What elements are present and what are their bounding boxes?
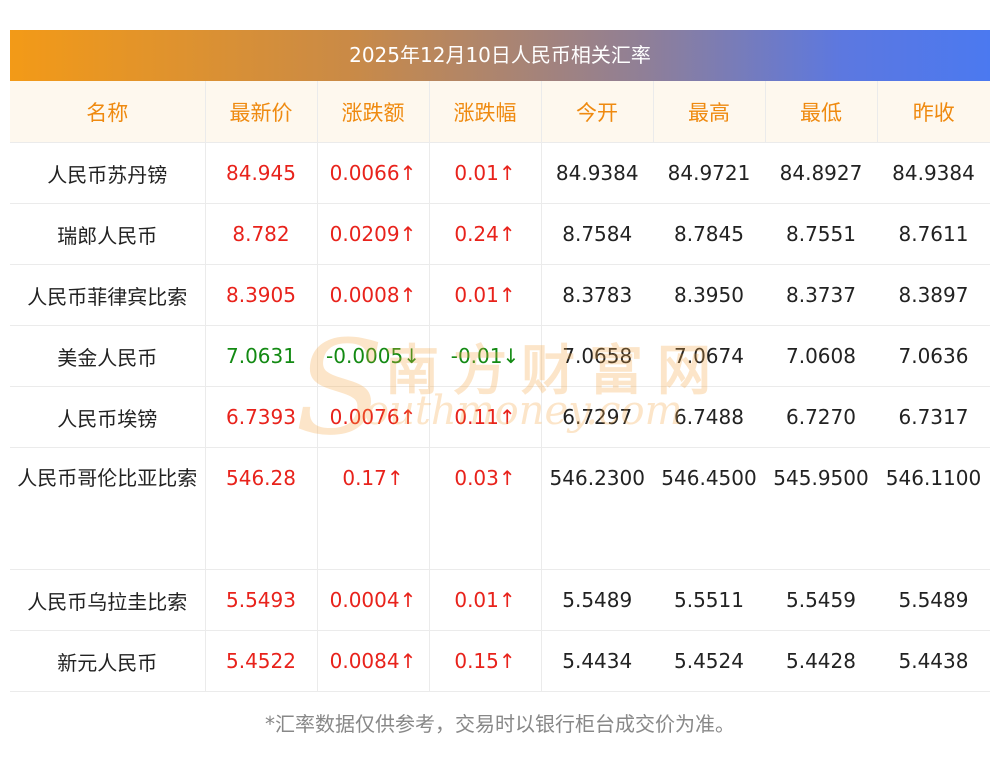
- header-row: 名称 最新价 涨跌额 涨跌幅 今开 最高 最低 昨收: [10, 81, 990, 143]
- cell-open: 8.7584: [541, 203, 653, 265]
- table-row: 人民币哥伦比亚比索 546.28 0.17↑ 0.03↑ 546.2300 546.450…: [10, 447, 990, 570]
- header-latest: 最新价: [205, 81, 318, 143]
- cell-low: 545.9500: [765, 447, 877, 570]
- cell-name: 人民币菲律宾比索: [10, 264, 206, 326]
- cell-name: 瑞郎人民币: [10, 203, 206, 265]
- cell-change: 0.0084↑: [317, 630, 430, 692]
- cell-name: 人民币乌拉圭比索: [10, 569, 206, 631]
- cell-open: 6.7297: [541, 386, 653, 448]
- header-low: 最低: [765, 81, 878, 143]
- cell-change: 0.17↑: [317, 447, 430, 570]
- cell-low: 7.0608: [765, 325, 877, 387]
- cell-latest: 7.0631: [205, 325, 318, 387]
- header-prev-close: 昨收: [877, 81, 990, 143]
- cell-change-pct: 0.03↑: [429, 447, 542, 570]
- exchange-rate-page: 2025年12月10日人民币相关汇率 名称 最新价 涨跌额 涨跌幅 今开 最高 …: [0, 0, 1000, 757]
- cell-low: 8.7551: [765, 203, 877, 265]
- cell-prev-close: 8.3897: [877, 264, 990, 326]
- cell-change: 0.0004↑: [317, 569, 430, 631]
- cell-open: 546.2300: [541, 447, 653, 570]
- cell-high: 8.7845: [653, 203, 765, 265]
- cell-low: 5.4428: [765, 630, 877, 692]
- cell-low: 84.8927: [765, 142, 877, 204]
- table-row: 人民币苏丹镑 84.945 0.0066↑ 0.01↑ 84.9384 84.9721 84…: [10, 142, 990, 204]
- cell-change-pct: 0.01↑: [429, 569, 542, 631]
- cell-prev-close: 5.5489: [877, 569, 990, 631]
- cell-high: 5.4524: [653, 630, 765, 692]
- cell-low: 8.3737: [765, 264, 877, 326]
- cell-low: 6.7270: [765, 386, 877, 448]
- cell-open: 8.3783: [541, 264, 653, 326]
- table-row: 美金人民币 7.0631 -0.0005↓ -0.01↓ 7.0658 7.0674 7.0…: [10, 325, 990, 387]
- header-change: 涨跌额: [317, 81, 430, 143]
- cell-change-pct: 0.15↑: [429, 630, 542, 692]
- cell-prev-close: 7.0636: [877, 325, 990, 387]
- cell-latest: 8.3905: [205, 264, 318, 326]
- cell-name: 新元人民币: [10, 630, 206, 692]
- table-row: 人民币乌拉圭比索 5.5493 0.0004↑ 0.01↑ 5.5489 5.5511 5.…: [10, 569, 990, 631]
- cell-open: 5.5489: [541, 569, 653, 631]
- cell-high: 8.3950: [653, 264, 765, 326]
- cell-high: 5.5511: [653, 569, 765, 631]
- cell-high: 6.7488: [653, 386, 765, 448]
- cell-prev-close: 8.7611: [877, 203, 990, 265]
- header-high: 最高: [653, 81, 766, 143]
- cell-change-pct: -0.01↓: [429, 325, 542, 387]
- cell-low: 5.5459: [765, 569, 877, 631]
- cell-prev-close: 6.7317: [877, 386, 990, 448]
- header-open: 今开: [541, 81, 654, 143]
- cell-prev-close: 84.9384: [877, 142, 990, 204]
- cell-name: 人民币哥伦比亚比索: [10, 447, 206, 570]
- cell-latest: 84.945: [205, 142, 318, 204]
- cell-change-pct: 0.24↑: [429, 203, 542, 265]
- cell-change: 0.0076↑: [317, 386, 430, 448]
- disclaimer-note: *汇率数据仅供参考，交易时以银行柜台成交价为准。: [265, 712, 735, 736]
- cell-latest: 5.5493: [205, 569, 318, 631]
- cell-open: 84.9384: [541, 142, 653, 204]
- cell-change-pct: 0.01↑: [429, 142, 542, 204]
- table-row: 人民币菲律宾比索 8.3905 0.0008↑ 0.01↑ 8.3783 8.3950 8.…: [10, 264, 990, 326]
- cell-change: -0.0005↓: [317, 325, 430, 387]
- cell-high: 7.0674: [653, 325, 765, 387]
- cell-change: 0.0008↑: [317, 264, 430, 326]
- cell-latest: 546.28: [205, 447, 318, 570]
- exchange-rate-table: 名称 最新价 涨跌额 涨跌幅 今开 最高 最低 昨收 人民币苏丹镑 84.945 0…: [10, 81, 990, 692]
- cell-prev-close: 5.4438: [877, 630, 990, 692]
- table-row: 人民币埃镑 6.7393 0.0076↑ 0.11↑ 6.7297 6.7488 6.727…: [10, 386, 990, 448]
- cell-name: 美金人民币: [10, 325, 206, 387]
- cell-latest: 5.4522: [205, 630, 318, 692]
- cell-name: 人民币埃镑: [10, 386, 206, 448]
- table-row: 瑞郎人民币 8.782 0.0209↑ 0.24↑ 8.7584 8.7845 8.7551…: [10, 203, 990, 265]
- table-row: 新元人民币 5.4522 0.0084↑ 0.15↑ 5.4434 5.4524 5.442…: [10, 630, 990, 692]
- cell-change: 0.0066↑: [317, 142, 430, 204]
- cell-open: 5.4434: [541, 630, 653, 692]
- cell-change-pct: 0.11↑: [429, 386, 542, 448]
- cell-latest: 8.782: [205, 203, 318, 265]
- cell-latest: 6.7393: [205, 386, 318, 448]
- cell-change: 0.0209↑: [317, 203, 430, 265]
- header-name: 名称: [10, 81, 206, 143]
- cell-high: 546.4500: [653, 447, 765, 570]
- cell-change-pct: 0.01↑: [429, 264, 542, 326]
- cell-name: 人民币苏丹镑: [10, 142, 206, 204]
- cell-prev-close: 546.1100: [877, 447, 990, 570]
- table-title: 2025年12月10日人民币相关汇率: [10, 30, 990, 81]
- header-change-pct: 涨跌幅: [429, 81, 542, 143]
- cell-open: 7.0658: [541, 325, 653, 387]
- cell-high: 84.9721: [653, 142, 765, 204]
